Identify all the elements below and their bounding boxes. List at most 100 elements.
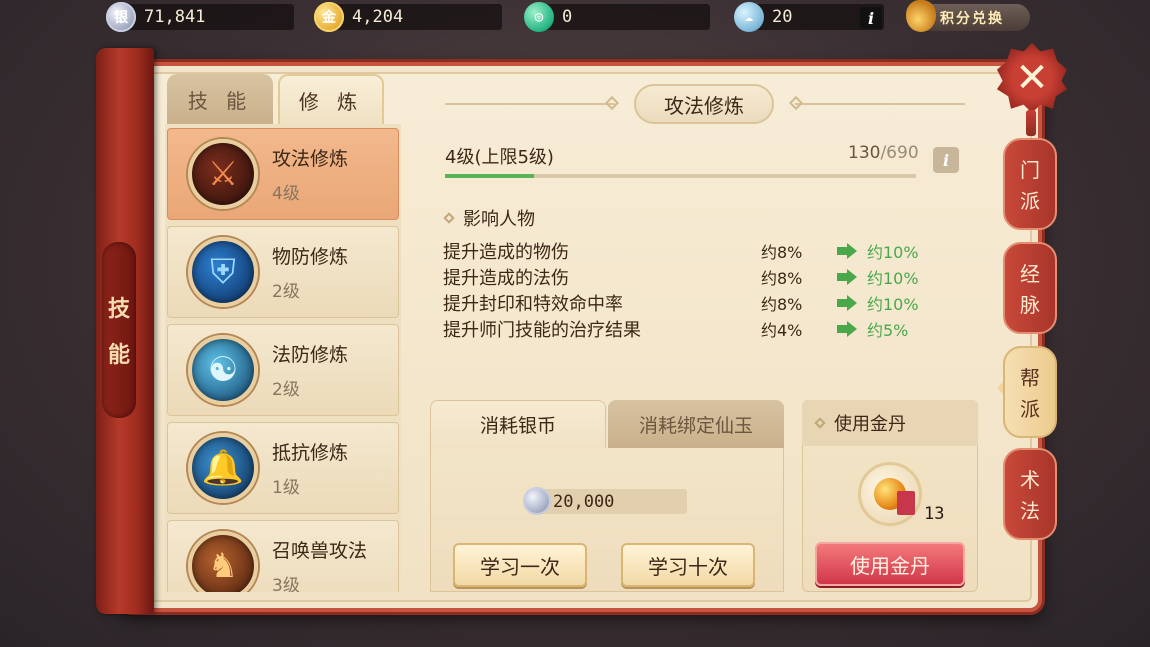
exp-max: /690	[880, 143, 919, 163]
jade-currency: ◎ 0	[524, 2, 710, 32]
cloud-amount: 20	[772, 7, 793, 27]
tab-guild-char-1: 帮	[1020, 366, 1040, 390]
skill-name: 法防修炼	[272, 344, 349, 366]
points-exchange-label: 积分兑换	[940, 10, 1004, 27]
effect-desc: 提升造成的法伤	[443, 268, 569, 289]
study-once-button[interactable]: 学习一次	[453, 543, 587, 587]
tab-spell[interactable]: 术 法	[1003, 448, 1057, 540]
beast-icon: ♞	[188, 531, 258, 592]
title-divider-right	[795, 103, 965, 105]
effect-next: 约10%	[867, 269, 919, 288]
skill-list[interactable]: ⚔ 攻法修炼 4级 ⛨ 物防修炼 2级 ☯ 法防修炼 2级 🔔 抵抗修炼 1级 …	[165, 124, 401, 592]
silver-coin-icon	[523, 487, 551, 515]
skill-level: 4级	[272, 184, 300, 204]
golden-pill-count: 13	[924, 504, 945, 524]
study-ten-button[interactable]: 学习十次	[621, 543, 755, 587]
exp-text: 130/690	[848, 143, 919, 163]
silver-currency: 银 71,841	[106, 2, 294, 32]
tab-spell-char-2: 法	[1020, 499, 1040, 523]
title-divider-left	[445, 103, 615, 105]
golden-pill-heading-text: 使用金丹	[834, 414, 906, 435]
silver-amount: 71,841	[144, 7, 206, 27]
exp-current: 130	[848, 143, 881, 163]
bell-icon: 🔔	[188, 433, 258, 503]
level-text: 4级(上限5级)	[445, 147, 554, 168]
golden-pill-heading: 使用金丹	[802, 400, 978, 446]
tab-sect[interactable]: 门 派	[1003, 138, 1057, 230]
close-icon: ✕	[1015, 55, 1049, 101]
spine-char-2: 能	[107, 343, 130, 368]
points-exchange-button[interactable]: 积分兑换	[906, 0, 1030, 32]
shield-icon: ⛨	[188, 237, 258, 307]
effect-row: 提升封印和特效命中率 约8% 约10%	[443, 290, 943, 316]
detail-info-button[interactable]: i	[933, 147, 959, 173]
effect-row: 提升师门技能的治疗结果 约4% 约5%	[443, 316, 943, 342]
skill-item-attack-cultivation[interactable]: ⚔ 攻法修炼 4级	[167, 128, 399, 220]
affect-heading-text: 影响人物	[463, 209, 535, 230]
exp-progress-bar	[445, 174, 916, 178]
skill-item-physical-defense[interactable]: ⛨ 物防修炼 2级	[167, 226, 399, 318]
skill-level: 2级	[272, 282, 300, 302]
affect-heading: 影响人物	[443, 205, 535, 231]
effect-next: 约10%	[867, 295, 919, 314]
arrow-right-icon	[837, 321, 857, 337]
skill-name: 召唤兽攻法	[272, 540, 368, 562]
effect-next: 约5%	[867, 321, 909, 340]
skill-item-resistance[interactable]: 🔔 抵抗修炼 1级	[167, 422, 399, 514]
money-bag-icon	[906, 0, 936, 32]
spine-char-1: 技	[107, 297, 130, 322]
arrow-right-icon	[837, 269, 857, 285]
gold-coin-icon: 金	[314, 2, 344, 32]
tab-cost-silver[interactable]: 消耗银币	[430, 400, 606, 448]
effect-current: 约8%	[761, 295, 803, 314]
effect-desc: 提升造成的物伤	[443, 242, 569, 263]
effect-next: 约10%	[867, 243, 919, 262]
tab-sect-char-2: 派	[1020, 189, 1040, 213]
effect-desc: 提升封印和特效命中率	[443, 294, 623, 315]
effect-desc: 提升师门技能的治疗结果	[443, 320, 641, 341]
spine-label: 技 能	[102, 242, 136, 418]
arrow-right-icon	[837, 295, 857, 311]
tab-guild[interactable]: 帮 派	[1003, 346, 1057, 438]
sword-icon: ⚔	[188, 139, 258, 209]
effect-current: 约8%	[761, 269, 803, 288]
effect-current: 约8%	[761, 243, 803, 262]
skill-item-magic-defense[interactable]: ☯ 法防修炼 2级	[167, 324, 399, 416]
silver-coin-icon: 银	[106, 2, 136, 32]
gold-currency: 金 4,204	[314, 2, 502, 32]
effect-row: 提升造成的法伤 约8% 约10%	[443, 264, 943, 290]
detail-title: 攻法修炼	[634, 84, 774, 124]
golden-pill-item[interactable]	[858, 462, 922, 526]
diamond-bullet-icon	[814, 417, 826, 429]
gold-amount: 4,204	[352, 7, 404, 27]
skill-name: 抵抗修炼	[272, 442, 349, 464]
skill-level: 1级	[272, 478, 300, 498]
effects-list: 提升造成的物伤 约8% 约10% 提升造成的法伤 约8% 约10% 提升封印和特…	[443, 238, 943, 342]
skill-name: 物防修炼	[272, 246, 349, 268]
tab-cost-bound-jade[interactable]: 消耗绑定仙玉	[608, 400, 784, 448]
skill-level: 3级	[272, 576, 300, 592]
tab-spell-char-1: 术	[1020, 468, 1040, 492]
jade-icon: ◎	[524, 2, 554, 32]
arrow-right-icon	[837, 243, 857, 259]
tassel-ornament	[1026, 110, 1036, 136]
skill-item-summon-attack[interactable]: ♞ 召唤兽攻法 3级	[167, 520, 399, 592]
pill-box-icon	[897, 491, 915, 515]
exp-progress-fill	[445, 174, 534, 178]
tab-meridian-char-1: 经	[1020, 262, 1040, 286]
use-golden-pill-button[interactable]: 使用金丹	[815, 542, 965, 586]
skill-name: 攻法修炼	[272, 148, 349, 170]
jade-amount: 0	[562, 7, 573, 27]
orb-icon: ☯	[188, 335, 258, 405]
tab-cultivation[interactable]: 修 炼	[278, 74, 384, 124]
tab-meridian[interactable]: 经 脉	[1003, 242, 1057, 334]
effect-row: 提升造成的物伤 约8% 约10%	[443, 238, 943, 264]
tab-guild-char-2: 派	[1020, 397, 1040, 421]
effect-current: 约4%	[761, 321, 803, 340]
currency-info-button[interactable]: i	[860, 7, 882, 29]
tab-skills[interactable]: 技 能	[167, 74, 273, 124]
tab-meridian-char-2: 脉	[1020, 293, 1040, 317]
cost-amount: 20,000	[535, 489, 687, 514]
diamond-bullet-icon	[443, 212, 455, 224]
skill-level: 2级	[272, 380, 300, 400]
